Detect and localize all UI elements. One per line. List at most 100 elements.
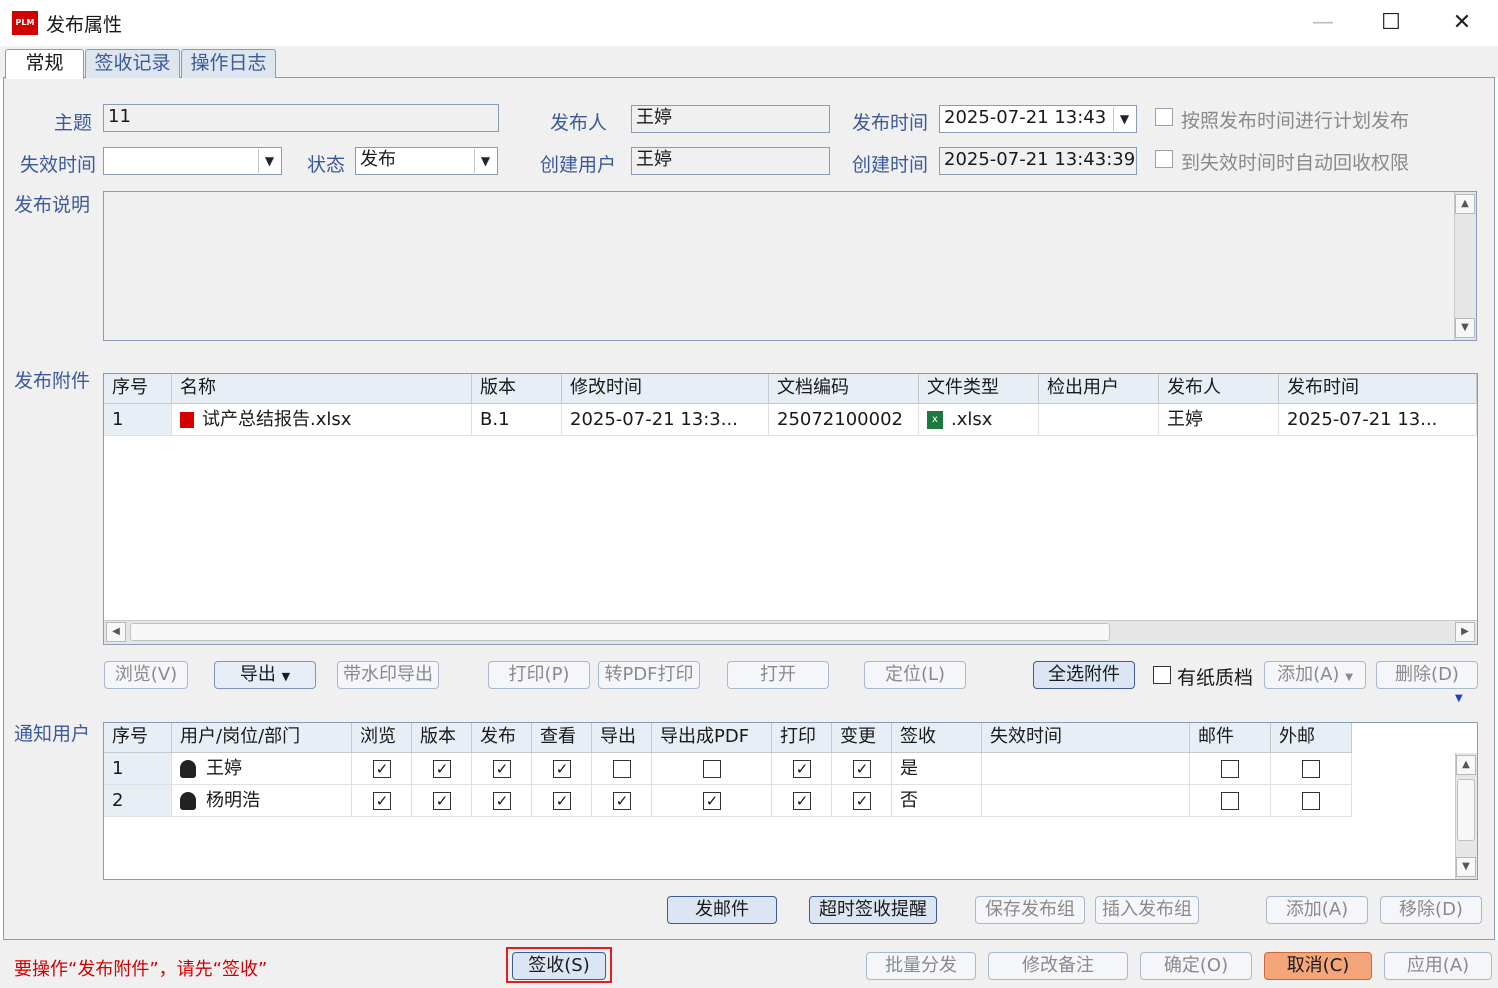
description-scrollbar[interactable]: ▲ ▼ [1454,192,1476,340]
pdf-print-button[interactable]: 转PDF打印 [598,661,700,689]
column-header[interactable]: 变更 [832,723,892,753]
paper-doc-checkbox[interactable] [1153,666,1171,684]
export-dropdown-button[interactable]: 导出 ▼ [214,661,316,689]
edit-note-button[interactable]: 修改备注 [988,952,1128,980]
overdue-remind-button[interactable]: 超时签收提醒 [809,896,937,924]
attachment-version[interactable]: B.1 [472,404,562,436]
select-all-attachments-button[interactable]: 全选附件 [1033,661,1135,689]
view-checkbox[interactable]: ✓ [553,792,571,810]
column-header[interactable]: 发布 [472,723,532,753]
scroll-thumb[interactable] [130,623,1110,641]
view-checkbox[interactable]: ✓ [553,760,571,778]
remove-user-button[interactable]: 移除(D) [1380,896,1482,924]
open-button[interactable]: 打开 [727,661,829,689]
insert-group-button[interactable]: 插入发布组 [1095,896,1199,924]
scroll-thumb[interactable] [1457,779,1475,841]
tab-sign-records[interactable]: 签收记录 [85,49,180,78]
column-header[interactable]: 文件类型 [919,374,1039,404]
tab-general[interactable]: 常规 [5,49,84,79]
batch-distribute-button[interactable]: 批量分发 [866,952,976,980]
status-select[interactable]: 发布 ▼ [355,147,498,175]
apply-button[interactable]: 应用(A) [1384,952,1492,980]
scroll-up-icon[interactable]: ▲ [1455,194,1475,214]
ok-button[interactable]: 确定(O) [1140,952,1252,980]
delete-attachment-button[interactable]: 删除(D) [1376,661,1478,689]
mail-checkbox[interactable] [1221,760,1239,778]
column-header[interactable]: 外邮 [1271,723,1352,753]
column-header[interactable]: 签收 [892,723,982,753]
attachment-publisher[interactable]: 王婷 [1159,404,1279,436]
browse-checkbox[interactable]: ✓ [373,760,391,778]
export-checkbox[interactable]: ✓ [613,792,631,810]
column-header[interactable]: 失效时间 [982,723,1190,753]
subject-input[interactable]: 11 [103,104,499,132]
publish-checkbox[interactable]: ✓ [493,760,511,778]
version-checkbox[interactable]: ✓ [433,760,451,778]
column-header[interactable]: 发布时间 [1279,374,1477,404]
browse-checkbox[interactable]: ✓ [373,792,391,810]
print-button[interactable]: 打印(P) [488,661,590,689]
ext-mail-checkbox[interactable] [1302,760,1320,778]
notify-scrollbar[interactable]: ▲ ▼ [1455,753,1477,879]
column-header[interactable]: 发布人 [1159,374,1279,404]
scroll-down-icon[interactable]: ▼ [1456,857,1476,877]
chevron-down-icon[interactable]: ▼ [258,149,280,173]
attachment-modified[interactable]: 2025-07-21 13:3... [562,404,769,436]
attachment-checkout-user[interactable] [1039,404,1159,436]
change-checkbox[interactable]: ✓ [853,760,871,778]
mail-checkbox[interactable] [1221,792,1239,810]
chevron-down-icon[interactable]: ▼ [1113,107,1135,131]
column-header[interactable]: 序号 [104,723,172,753]
horizontal-scrollbar[interactable]: ◀ ▶ [104,620,1477,644]
export-pdf-checkbox[interactable] [703,760,721,778]
expire-time-picker[interactable]: ▼ [103,147,282,175]
column-header[interactable]: 修改时间 [562,374,769,404]
export-checkbox[interactable] [613,760,631,778]
tab-operation-log[interactable]: 操作日志 [181,49,276,78]
expire-cell[interactable] [982,753,1190,785]
column-header[interactable]: 序号 [104,374,172,404]
attachment-name-cell[interactable]: 试产总结报告.xlsx [172,404,472,436]
minimize-button[interactable]: — [1308,8,1338,38]
add-attachment-button[interactable]: 添加(A) ▼ [1264,661,1366,689]
chevron-down-icon[interactable]: ▼ [474,149,496,173]
column-header[interactable]: 名称 [172,374,472,404]
column-header[interactable]: 查看 [532,723,592,753]
plan-publish-checkbox[interactable] [1155,108,1173,126]
version-checkbox[interactable]: ✓ [433,792,451,810]
row-index[interactable]: 1 [104,753,172,785]
expire-cell[interactable] [982,785,1190,817]
export-watermark-button[interactable]: 带水印导出 [337,661,439,689]
column-header[interactable]: 版本 [412,723,472,753]
row-index[interactable]: 2 [104,785,172,817]
column-header[interactable]: 导出 [592,723,652,753]
browse-button[interactable]: 浏览(V) [104,661,188,689]
locate-button[interactable]: 定位(L) [864,661,966,689]
column-header[interactable]: 浏览 [352,723,412,753]
scroll-up-icon[interactable]: ▲ [1456,755,1476,775]
expand-arrow-icon[interactable]: ▼ [1455,693,1463,704]
column-header[interactable]: 版本 [472,374,562,404]
close-button[interactable]: ✕ [1447,8,1477,38]
column-header[interactable]: 邮件 [1190,723,1271,753]
notify-user-cell[interactable]: 王婷 [172,753,352,785]
column-header[interactable]: 文档编码 [769,374,919,404]
ext-mail-checkbox[interactable] [1302,792,1320,810]
add-user-button[interactable]: 添加(A) [1266,896,1368,924]
column-header[interactable]: 检出用户 [1039,374,1159,404]
attachment-publish-time[interactable]: 2025-07-21 13... [1279,404,1477,436]
scroll-right-icon[interactable]: ▶ [1455,622,1475,642]
attachment-code[interactable]: 25072100002 [769,404,919,436]
change-checkbox[interactable]: ✓ [853,792,871,810]
notify-user-cell[interactable]: 杨明浩 [172,785,352,817]
description-textarea[interactable]: ▲ ▼ [103,191,1477,341]
scroll-down-icon[interactable]: ▼ [1455,318,1475,338]
publish-checkbox[interactable]: ✓ [493,792,511,810]
auto-revoke-checkbox[interactable] [1155,150,1173,168]
publish-time-picker[interactable]: 2025-07-21 13:43 ▼ [939,105,1137,133]
export-pdf-checkbox[interactable]: ✓ [703,792,721,810]
print-checkbox[interactable]: ✓ [793,792,811,810]
maximize-button[interactable]: ☐ [1376,8,1406,38]
column-header[interactable]: 导出成PDF [652,723,772,753]
sign-button[interactable]: 签收(S) [512,952,606,980]
